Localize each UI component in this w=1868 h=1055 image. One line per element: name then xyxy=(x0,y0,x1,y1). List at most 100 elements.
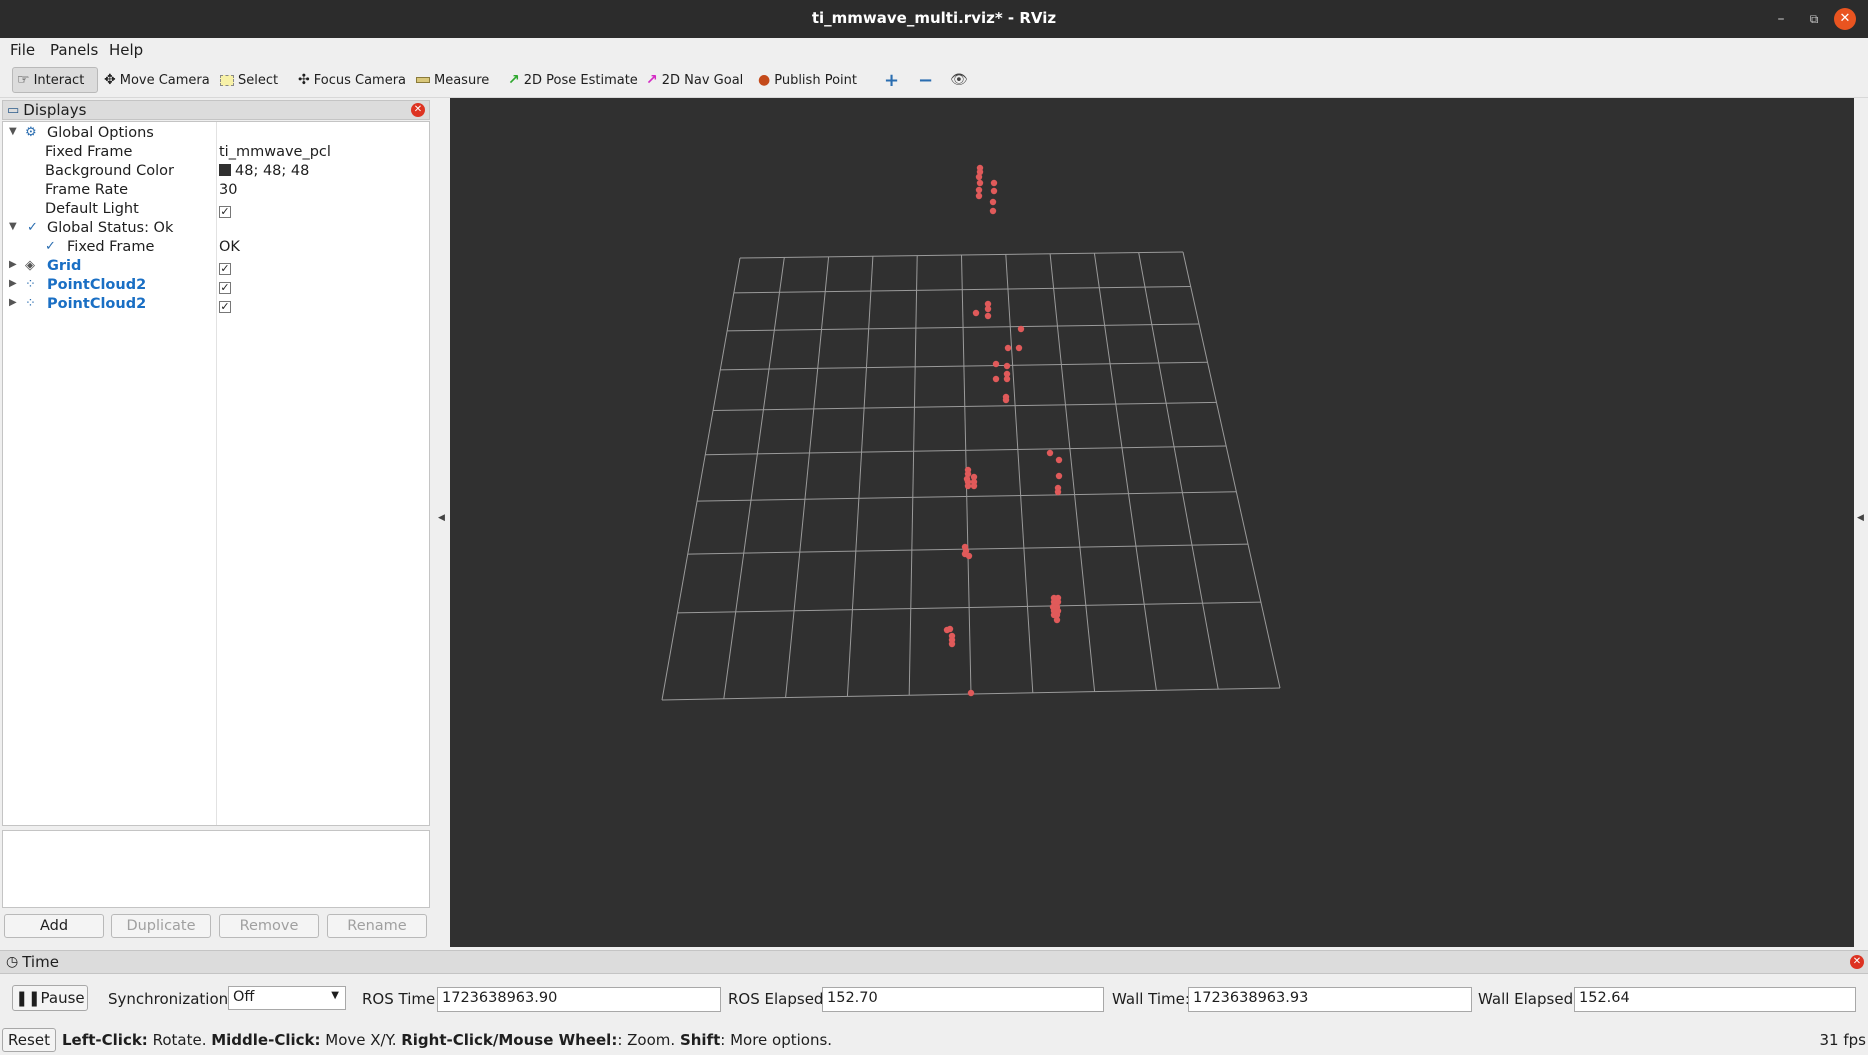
remove-button[interactable]: Remove xyxy=(219,914,319,938)
tree-row-pointcloud2-b[interactable]: ▶ ⁘ PointCloud2 ✓ xyxy=(3,296,429,315)
right-splitter[interactable]: ◀ xyxy=(1854,98,1868,948)
focus-camera-tool[interactable]: ✣ Focus Camera xyxy=(294,67,410,93)
tree-row-pointcloud2-a[interactable]: ▶ ⁘ PointCloud2 ✓ xyxy=(3,277,429,296)
status-bar: Reset Left-Click: Rotate. Middle-Click: … xyxy=(0,1024,1868,1055)
sync-label: Synchronization: xyxy=(108,990,234,1008)
close-icon[interactable]: ✕ xyxy=(1834,8,1856,30)
displays-header: ▭ Displays ✕ xyxy=(2,100,430,120)
nav-goal-tool[interactable]: ↗ 2D Nav Goal xyxy=(642,67,747,93)
ros-time-label: ROS Time: xyxy=(362,990,441,1008)
pause-icon: ❚❚ xyxy=(15,989,41,1007)
fps-readout: 31 fps xyxy=(1819,1031,1866,1049)
ros-elapsed-label: ROS Elapsed: xyxy=(728,990,829,1008)
point-cloud xyxy=(943,164,1063,697)
point xyxy=(1003,375,1011,383)
point xyxy=(1046,449,1054,457)
publish-point-tool[interactable]: ● Publish Point xyxy=(754,67,861,93)
wall-elapsed-field[interactable]: 152.64 xyxy=(1574,987,1856,1012)
minimize-icon[interactable]: – xyxy=(1770,8,1792,30)
point xyxy=(1055,456,1063,464)
grid-line xyxy=(1005,254,1034,693)
collapsed-arrow-icon[interactable]: ▶ xyxy=(9,297,17,308)
expand-arrow-icon[interactable]: ▼ xyxy=(9,126,17,137)
magenta-arrow-icon: ↗ xyxy=(646,72,658,88)
point xyxy=(1055,472,1063,480)
point xyxy=(992,375,1000,383)
point xyxy=(1053,616,1061,624)
tree-row-global-options[interactable]: ▼ ⚙ Global Options xyxy=(3,125,429,144)
restore-icon[interactable]: ⧉ xyxy=(1803,8,1825,30)
clock-icon: ◷ xyxy=(6,954,19,970)
wall-time-field[interactable]: 1723638963.93 xyxy=(1188,987,1472,1012)
point xyxy=(975,173,983,181)
menu-file[interactable]: File xyxy=(10,41,35,59)
grid-line xyxy=(785,256,830,698)
tree-row-frame-rate[interactable]: Frame Rate 30 xyxy=(3,182,429,201)
menu-bar: File Panels Help xyxy=(0,38,1868,62)
collapse-left-icon[interactable]: ◀ xyxy=(438,513,445,523)
background-color-value: 48; 48; 48 xyxy=(235,163,310,179)
hand-pointer-icon: ☞ xyxy=(17,72,30,88)
select-tool[interactable]: Select xyxy=(216,67,282,93)
grid-checkbox[interactable]: ✓ xyxy=(219,263,231,275)
close-panel-icon[interactable]: ✕ xyxy=(1850,955,1864,969)
chevron-down-icon: ▼ xyxy=(331,990,339,1001)
point xyxy=(948,640,956,648)
tree-row-default-light[interactable]: Default Light ✓ xyxy=(3,201,429,220)
check-icon: ✓ xyxy=(27,220,38,235)
reset-button[interactable]: Reset xyxy=(2,1028,56,1052)
default-light-checkbox[interactable]: ✓ xyxy=(219,206,231,218)
wall-time-label: Wall Time: xyxy=(1112,990,1190,1008)
fixed-frame-value[interactable]: ti_mmwave_pcl xyxy=(219,144,331,160)
view-eye-icon[interactable]: 👁 xyxy=(946,67,972,93)
toolbar: ☞ Interact ✥ Move Camera Select ✣ Focus … xyxy=(0,62,1868,98)
expand-arrow-icon[interactable]: ▼ xyxy=(9,221,17,232)
point xyxy=(984,312,992,320)
point xyxy=(1003,362,1011,370)
add-tool-icon[interactable]: + xyxy=(880,67,903,93)
collapsed-arrow-icon[interactable]: ▶ xyxy=(9,259,17,270)
point xyxy=(1017,325,1025,333)
move-camera-tool[interactable]: ✥ Move Camera xyxy=(100,67,214,93)
tree-row-fixed-frame[interactable]: Fixed Frame ti_mmwave_pcl xyxy=(3,144,429,163)
green-arrow-icon: ↗ xyxy=(508,72,520,88)
point xyxy=(1004,344,1012,352)
rename-button[interactable]: Rename xyxy=(327,914,427,938)
remove-tool-icon[interactable]: − xyxy=(914,67,937,93)
pause-button[interactable]: ❚❚Pause xyxy=(12,985,88,1011)
tree-row-status-fixed-frame[interactable]: ✓ Fixed Frame OK xyxy=(3,239,429,258)
point xyxy=(989,207,997,215)
ros-elapsed-field[interactable]: 152.70 xyxy=(822,987,1104,1012)
tree-row-global-status[interactable]: ▼ ✓ Global Status: Ok xyxy=(3,220,429,239)
time-controls: ❚❚Pause Synchronization: Off ▼ ROS Time: … xyxy=(0,974,1868,1024)
window-title: ti_mmwave_multi.rviz* - RViz xyxy=(811,9,1057,27)
menu-panels[interactable]: Panels xyxy=(50,41,98,59)
add-button[interactable]: Add xyxy=(4,914,104,938)
ros-time-field[interactable]: 1723638963.90 xyxy=(437,987,721,1012)
duplicate-button[interactable]: Duplicate xyxy=(111,914,211,938)
sync-dropdown[interactable]: Off ▼ xyxy=(228,986,346,1010)
pose-estimate-tool[interactable]: ↗ 2D Pose Estimate xyxy=(504,67,642,93)
point xyxy=(972,309,980,317)
time-title: Time xyxy=(22,953,59,971)
tree-row-background-color[interactable]: Background Color 48; 48; 48 xyxy=(3,163,429,182)
render-view[interactable] xyxy=(450,98,1854,947)
collapse-right-icon[interactable]: ◀ xyxy=(1857,513,1864,523)
render-canvas[interactable] xyxy=(450,98,1854,947)
displays-title: Displays xyxy=(23,101,87,119)
menu-help[interactable]: Help xyxy=(109,41,143,59)
point xyxy=(984,305,992,313)
measure-tool[interactable]: Measure xyxy=(412,67,493,93)
grid-line xyxy=(1138,252,1219,690)
interact-tool[interactable]: ☞ Interact xyxy=(12,67,98,93)
frame-rate-value[interactable]: 30 xyxy=(219,182,237,198)
collapsed-arrow-icon[interactable]: ▶ xyxy=(9,278,17,289)
point xyxy=(992,360,1000,368)
move-arrows-icon: ✥ xyxy=(104,72,116,88)
pointcloud-a-checkbox[interactable]: ✓ xyxy=(219,282,231,294)
tree-row-grid[interactable]: ▶ ◈ Grid ✓ xyxy=(3,258,429,277)
pointcloud-b-checkbox[interactable]: ✓ xyxy=(219,301,231,313)
left-splitter[interactable]: ◀ xyxy=(432,98,450,948)
grid-line xyxy=(1182,251,1281,689)
close-panel-icon[interactable]: ✕ xyxy=(411,103,425,117)
